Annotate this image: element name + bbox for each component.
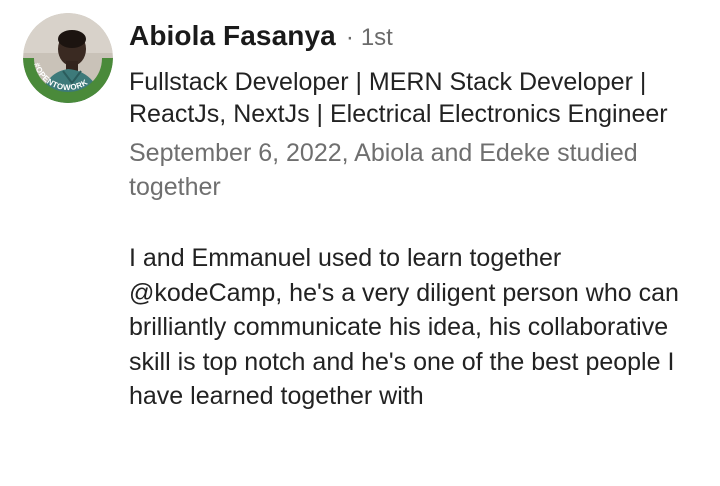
recommendation-meta: September 6, 2022, Abiola and Edeke stud…: [129, 139, 638, 201]
author-name[interactable]: Abiola Fasanya: [129, 20, 336, 52]
recommendation-card: #OPENTOWORK Abiola Fasanya · 1st Fullsta…: [0, 0, 720, 486]
connection-degree: 1st: [360, 24, 393, 51]
avatar[interactable]: #OPENTOWORK: [23, 13, 113, 103]
author-line: Abiola Fasanya · 1st: [129, 20, 704, 60]
separator-dot: ·: [345, 24, 354, 51]
author-headline: Fullstack Developer | MERN Stack Develop…: [129, 68, 668, 128]
profile-photo: #OPENTOWORK: [23, 13, 113, 103]
recommendation-text: I and Emmanuel used to learn together @k…: [129, 244, 679, 410]
recommendation-content: Abiola Fasanya · 1st Fullstack Developer…: [129, 20, 704, 414]
